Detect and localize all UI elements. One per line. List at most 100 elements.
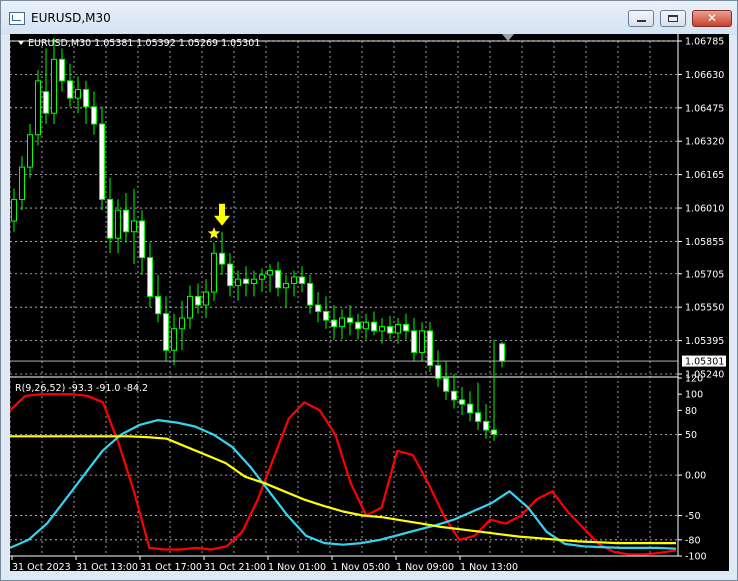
candle-body-bull [267, 270, 273, 276]
indicator-info-text: R(9,26,52) -93.3 -91.0 -84.2 [15, 383, 148, 394]
candle-body-bull [187, 295, 193, 319]
candle-body-bear [99, 123, 105, 200]
indicator-level-label: -80 [685, 535, 701, 546]
time-label: 1 Nov 09:00 [396, 562, 454, 571]
close-button[interactable]: ✕ [692, 10, 732, 27]
close-icon: ✕ [706, 11, 718, 25]
candle-body-bull [11, 198, 17, 222]
candle-body-bull [291, 276, 297, 284]
candle-body-bear [355, 321, 361, 330]
time-label: 31 Oct 2023 [12, 562, 71, 571]
candle-body-bear [475, 412, 481, 422]
indicator-level-label: -50 [685, 511, 701, 522]
candle-body-bear [483, 420, 489, 431]
candle-body-bear [243, 278, 249, 284]
candle-body-bear [163, 313, 169, 351]
candle-body-bear [275, 270, 281, 289]
candle-body-bear [323, 310, 329, 321]
candle-body-bear [195, 295, 201, 306]
candle-body-bear [83, 88, 89, 108]
candle-body-bull [251, 278, 257, 284]
price-label: 1.06630 [685, 70, 724, 81]
price-label: 1.05855 [685, 237, 724, 248]
candle-body-bear [499, 343, 505, 362]
candle-body-bear [443, 377, 449, 392]
candle-body-bear [107, 198, 113, 239]
candle-body-bull [35, 80, 41, 136]
candle-body-bear [123, 209, 129, 233]
chart-canvas[interactable]: 1.06785 1.06630 1.06475 1.06320 1.06165 1.060… [9, 34, 729, 573]
current-price-tag: 1.05301 [682, 355, 726, 368]
chart-background [10, 34, 729, 571]
candle-body-bear [91, 106, 97, 125]
price-label: 1.05550 [685, 303, 724, 314]
candle-body-bear [155, 295, 161, 315]
indicator-level-label: 50 [685, 430, 697, 441]
candle-body-bear [219, 252, 225, 265]
candle-body-bear [347, 317, 353, 323]
candle-body-bull [235, 278, 241, 287]
price-label: 1.05705 [685, 269, 724, 280]
candle-body-bear [331, 319, 337, 328]
candle-body-bull [419, 330, 425, 353]
time-label: 31 Oct 17:00 [140, 562, 202, 571]
candle-body-bull [379, 326, 385, 332]
time-label: 31 Oct 13:00 [76, 562, 138, 571]
candle-body-bull [203, 291, 209, 306]
candle-body-bear [491, 429, 497, 435]
price-label: 1.06785 [685, 37, 724, 48]
chart-info-text: EURUSD,M30 1.05381 1.05392 1.05269 1.053… [28, 38, 260, 49]
chart-window: EURUSD,M30 ✕ 1.06785 1.06630 1.06475 1.0632… [0, 0, 738, 581]
indicator-level-label: 120 [685, 374, 703, 385]
candle-body-bear [299, 276, 305, 284]
candle-body-bear [139, 220, 145, 259]
candle-body-bull [115, 209, 121, 239]
candle-body-bear [227, 263, 233, 287]
price-label: 1.05395 [685, 336, 724, 347]
candle-body-bear [435, 364, 441, 379]
candle-body-bear [315, 304, 321, 312]
minimize-button[interactable] [628, 10, 654, 27]
candle-body-bull [171, 328, 177, 351]
chart-window-icon [9, 12, 25, 25]
time-label: 31 Oct 21:00 [204, 562, 266, 571]
candle-body-bear [427, 330, 433, 366]
candle-body-bull [51, 58, 57, 114]
candle-body-bear [67, 80, 73, 99]
candle-body-bull [259, 274, 265, 280]
candle-body-bull [363, 321, 369, 330]
title-bar[interactable]: EURUSD,M30 ✕ [1, 1, 737, 35]
candle-body-bull [211, 252, 217, 293]
candle-body-bear [371, 321, 377, 332]
time-label: 1 Nov 01:00 [268, 562, 326, 571]
candle-body-bear [59, 58, 65, 82]
candle-body-bear [307, 282, 313, 306]
chart-area[interactable]: 1.06785 1.06630 1.06475 1.06320 1.06165 1.060… [9, 34, 729, 573]
price-label: 1.06010 [685, 204, 724, 215]
candle-body-bear [147, 257, 153, 297]
candle-body-bull [75, 88, 81, 99]
window-title: EURUSD,M30 [31, 11, 111, 25]
candle-body-bull [131, 220, 137, 233]
candle-body-bear [451, 390, 457, 401]
indicator-level-label: 0.00 [685, 471, 706, 482]
indicator-level-label: -100 [685, 552, 707, 563]
indicator-level-label: 80 [685, 406, 697, 417]
candle-body-bull [339, 317, 345, 328]
candle-body-bull [395, 323, 401, 334]
candle-body-bear [43, 91, 49, 114]
candle-body-bull [19, 166, 25, 200]
candle-body-bull [283, 282, 289, 289]
chart-grid [9, 34, 729, 571]
maximize-icon [668, 15, 678, 22]
candle-body-bull [179, 317, 185, 330]
price-label: 1.06475 [685, 103, 724, 114]
maximize-button[interactable] [660, 10, 686, 27]
time-label: 1 Nov 05:00 [332, 562, 390, 571]
candle-body-bear [403, 323, 409, 332]
minimize-icon [637, 20, 646, 22]
price-label: 1.06320 [685, 137, 724, 148]
price-label: 1.06165 [685, 170, 724, 181]
candle-body-bull [27, 134, 33, 168]
current-price-label: 1.05301 [685, 357, 724, 368]
